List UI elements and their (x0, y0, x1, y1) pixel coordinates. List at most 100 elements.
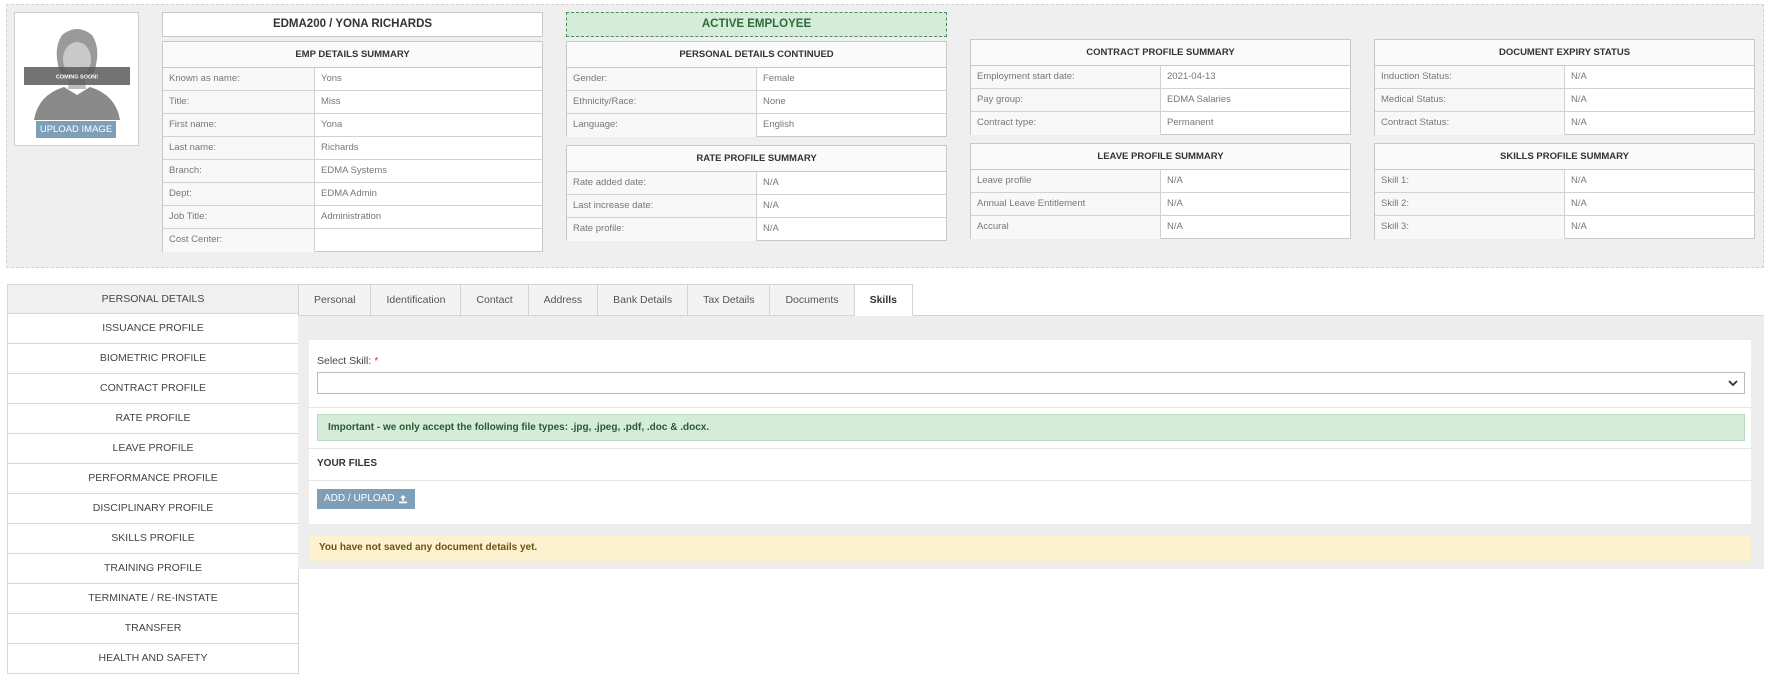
tab-address[interactable]: Address (528, 284, 599, 316)
tab-bank-details[interactable]: Bank Details (598, 284, 689, 316)
detail-row: Medical Status: N/A (1375, 89, 1754, 112)
detail-row: Leave profile N/A (971, 170, 1350, 193)
upload-icon (398, 495, 407, 504)
detail-value: Yons (321, 73, 342, 84)
detail-value: N/A (1167, 198, 1183, 209)
detail-row: Accural N/A (971, 216, 1350, 239)
tab-personal[interactable]: Personal (298, 284, 372, 316)
emp-details-title: EMP DETAILS SUMMARY (163, 42, 542, 68)
skills-form: Select Skill: * Important - we only acce… (309, 340, 1751, 524)
tab-tax-details[interactable]: Tax Details (688, 284, 771, 316)
detail-value: N/A (1571, 175, 1587, 186)
detail-label: Last increase date: (567, 195, 757, 217)
detail-row: Branch: EDMA Systems (163, 160, 542, 183)
detail-row: Last increase date: N/A (567, 195, 946, 218)
detail-label: Branch: (163, 160, 315, 182)
detail-row: Contract type: Permanent (971, 112, 1350, 135)
add-upload-label: ADD / UPLOAD (324, 493, 395, 504)
detail-label: Job Title: (163, 206, 315, 228)
skills-profile-title: SKILLS PROFILE SUMMARY (1375, 144, 1754, 170)
side-nav-contract-profile[interactable]: CONTRACT PROFILE (7, 374, 299, 404)
detail-label: Cost Center: (163, 229, 315, 252)
detail-label: First name: (163, 114, 315, 136)
document-expiry-card: DOCUMENT EXPIRY STATUS Induction Status:… (1374, 39, 1755, 135)
select-skill-label: Select Skill: * (317, 355, 378, 367)
side-nav-terminate-reinstate[interactable]: TERMINATE / RE-INSTATE (7, 584, 299, 614)
side-nav-training-profile[interactable]: TRAINING PROFILE (7, 554, 299, 584)
profile-tabs: Personal Identification Contact Address … (298, 284, 913, 316)
detail-value: Female (763, 73, 795, 84)
tab-skills[interactable]: Skills (854, 284, 913, 316)
tab-contact[interactable]: Contact (461, 284, 529, 316)
detail-row: Ethnicity/Race: None (567, 91, 946, 114)
detail-value: N/A (763, 177, 779, 188)
photo-placeholder-text: COMING SOON! (56, 75, 98, 81)
detail-label: Accural (971, 216, 1161, 239)
skills-profile-card: SKILLS PROFILE SUMMARY Skill 1: N/A Skill… (1374, 143, 1755, 239)
file-types-notice: Important - we only accept the following… (317, 414, 1745, 441)
detail-label: Pay group: (971, 89, 1161, 111)
detail-value: Miss (321, 96, 341, 107)
detail-row: Last name: Richards (163, 137, 542, 160)
detail-row: Annual Leave Entitlement N/A (971, 193, 1350, 216)
detail-row: Skill 1: N/A (1375, 170, 1754, 193)
side-nav-biometric-profile[interactable]: BIOMETRIC PROFILE (7, 344, 299, 374)
side-nav-leave-profile[interactable]: LEAVE PROFILE (7, 434, 299, 464)
rate-profile-card: RATE PROFILE SUMMARY Rate added date: N/A… (566, 145, 947, 241)
detail-value: EDMA Admin (321, 188, 377, 199)
tab-identification[interactable]: Identification (371, 284, 462, 316)
detail-label: Last name: (163, 137, 315, 159)
detail-value: N/A (1571, 94, 1587, 105)
upload-image-button[interactable]: UPLOAD IMAGE (36, 121, 116, 138)
tab-documents[interactable]: Documents (770, 284, 855, 316)
employee-status-badge: ACTIVE EMPLOYEE (566, 12, 947, 37)
detail-label: Annual Leave Entitlement (971, 193, 1161, 215)
detail-value: Permanent (1167, 117, 1214, 128)
detail-row: Cost Center: (163, 229, 542, 252)
detail-label: Skill 1: (1375, 170, 1565, 192)
side-nav-issuance-profile[interactable]: ISSUANCE PROFILE (7, 314, 299, 344)
detail-value: N/A (1571, 71, 1587, 82)
divider (309, 407, 1751, 408)
detail-row: First name: Yona (163, 114, 542, 137)
select-skill-dropdown[interactable] (317, 372, 1745, 394)
side-nav-health-and-safety[interactable]: HEALTH AND SAFETY (7, 644, 299, 674)
divider (309, 480, 1751, 481)
detail-label: Known as name: (163, 68, 315, 90)
detail-label: Skill 2: (1375, 193, 1565, 215)
detail-row: Job Title: Administration (163, 206, 542, 229)
leave-profile-title: LEAVE PROFILE SUMMARY (971, 144, 1350, 170)
detail-label: Ethnicity/Race: (567, 91, 757, 113)
divider (309, 448, 1751, 449)
side-nav-disciplinary-profile[interactable]: DISCIPLINARY PROFILE (7, 494, 299, 524)
detail-label: Employment start date: (971, 66, 1161, 88)
chevron-down-icon (1728, 380, 1738, 387)
detail-value: Yona (321, 119, 343, 130)
detail-row: Rate added date: N/A (567, 172, 946, 195)
detail-row: Pay group: EDMA Salaries (971, 89, 1350, 112)
detail-row: Dept: EDMA Admin (163, 183, 542, 206)
detail-row: Language: English (567, 114, 946, 137)
add-upload-button[interactable]: ADD / UPLOAD (317, 489, 415, 509)
profile-side-nav: PERSONAL DETAILS ISSUANCE PROFILE BIOMET… (7, 284, 299, 674)
detail-value: N/A (1571, 117, 1587, 128)
detail-value (315, 229, 542, 252)
tab-content-area: Select Skill: * Important - we only acce… (298, 315, 1764, 569)
detail-value: EDMA Systems (321, 165, 387, 176)
side-nav-transfer[interactable]: TRANSFER (7, 614, 299, 644)
main-content: Select Skill: * Important - we only acce… (298, 284, 1764, 569)
detail-label: Rate profile: (567, 218, 757, 241)
detail-label: Dept: (163, 183, 315, 205)
emp-details-card: EMP DETAILS SUMMARY Known as name: Yons T… (162, 41, 543, 252)
detail-row: Contract Status: N/A (1375, 112, 1754, 135)
side-nav-rate-profile[interactable]: RATE PROFILE (7, 404, 299, 434)
side-nav-skills-profile[interactable]: SKILLS PROFILE (7, 524, 299, 554)
detail-label: Induction Status: (1375, 66, 1565, 88)
side-nav-personal-details[interactable]: PERSONAL DETAILS (7, 284, 299, 314)
detail-value: N/A (763, 223, 779, 234)
detail-label: Leave profile (971, 170, 1161, 192)
detail-label: Gender: (567, 68, 757, 90)
detail-value: Richards (321, 142, 359, 153)
detail-label: Skill 3: (1375, 216, 1565, 239)
side-nav-performance-profile[interactable]: PERFORMANCE PROFILE (7, 464, 299, 494)
